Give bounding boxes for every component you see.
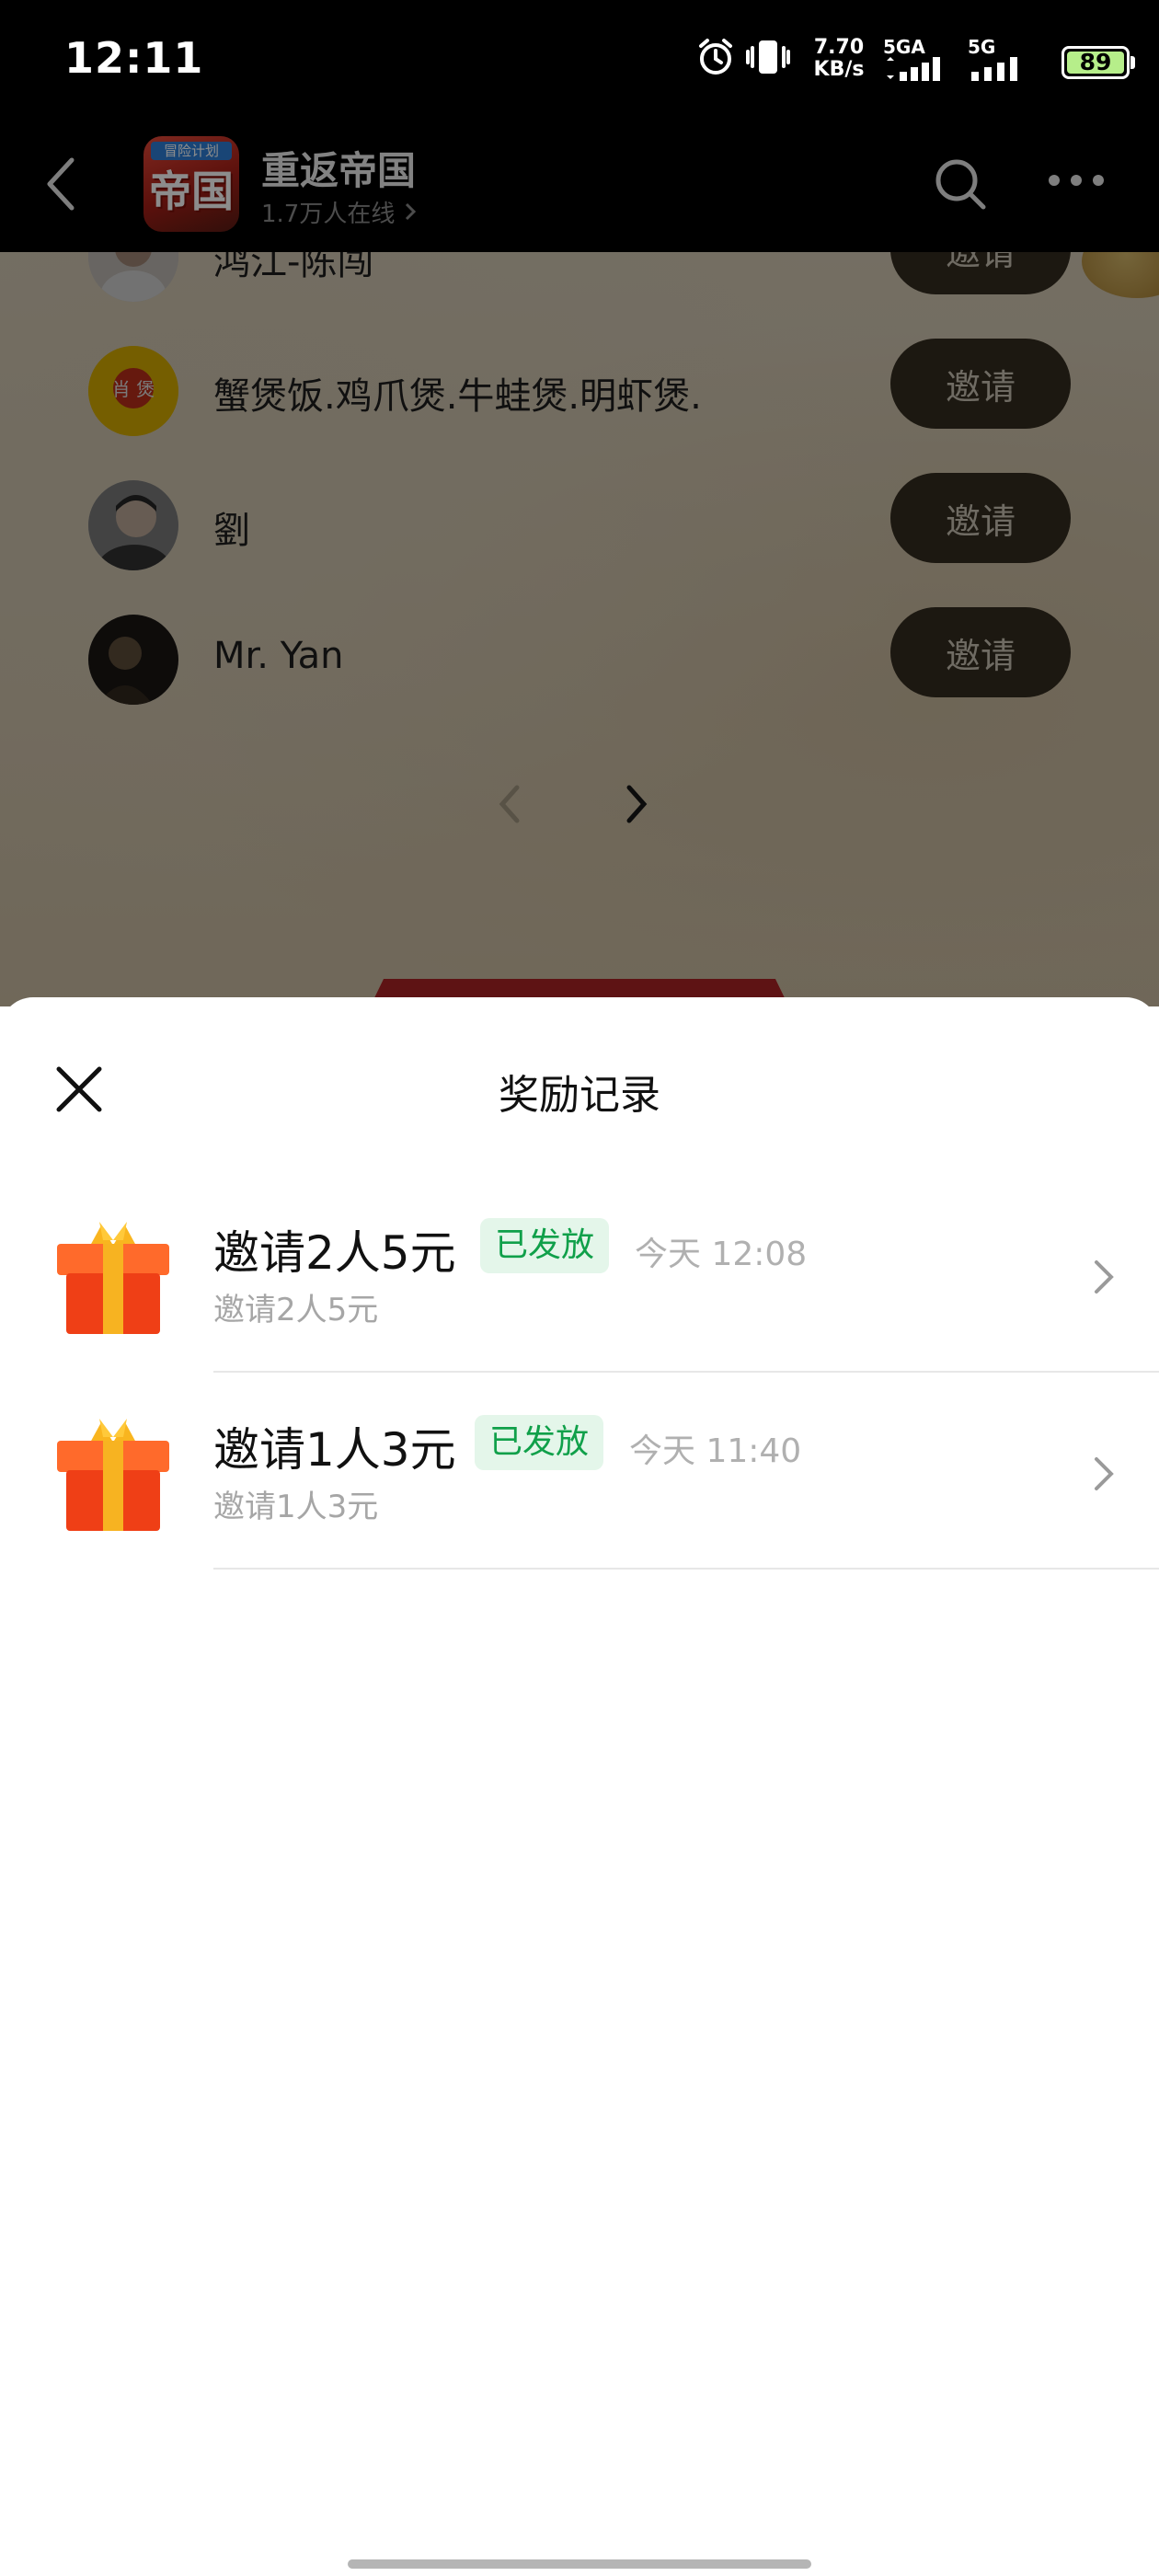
chevron-right-icon[interactable] bbox=[618, 776, 683, 841]
avatar: 肖 煲 bbox=[88, 346, 178, 436]
avatar-food-text: 肖 煲 bbox=[112, 378, 155, 400]
network-label-5ga: 5GA bbox=[883, 36, 925, 58]
record-subtitle: 邀请1人3元 bbox=[213, 1489, 379, 1525]
battery-icon: 89 bbox=[1061, 46, 1135, 79]
chevron-right-icon bbox=[1091, 1257, 1117, 1301]
online-count[interactable]: 1.7万人在线 bbox=[261, 195, 418, 229]
chevron-right-icon bbox=[403, 201, 418, 228]
friend-row: 劉 邀请 bbox=[0, 456, 1159, 591]
record-title: 邀请2人5元 bbox=[213, 1226, 456, 1280]
group-name[interactable]: 重返帝国 bbox=[261, 140, 416, 196]
online-count-text: 1.7万人在线 bbox=[261, 201, 396, 228]
friend-row: Mr. Yan 邀请 bbox=[0, 591, 1159, 725]
home-indicator[interactable] bbox=[348, 2559, 811, 2569]
friend-name: 劉 bbox=[213, 510, 250, 552]
friend-row: 鸿江-陈闯 邀请 bbox=[0, 252, 1159, 322]
chat-header: 冒险计划 帝国 重返帝国 1.7万人在线 bbox=[0, 129, 1159, 252]
status-bar: 12:11 7.70 KB/s 5GA 5G 89 bbox=[0, 0, 1159, 129]
status-badge: 已发放 bbox=[475, 1415, 604, 1470]
reward-record-item[interactable]: 邀请2人5元 已发放 今天 12:08 邀请2人5元 bbox=[0, 1176, 1159, 1373]
alarm-icon bbox=[695, 37, 736, 81]
divider bbox=[213, 1568, 1159, 1570]
status-badge: 已发放 bbox=[480, 1218, 610, 1273]
record-time: 今天 12:08 bbox=[635, 1236, 808, 1273]
vibrate-icon bbox=[745, 37, 791, 81]
signal-icon bbox=[887, 57, 940, 81]
app-logo-text: 帝国 bbox=[149, 167, 234, 216]
invite-button[interactable]: 邀请 bbox=[890, 252, 1071, 294]
chevron-left-icon[interactable] bbox=[491, 776, 528, 835]
search-icon[interactable] bbox=[933, 156, 988, 215]
gift-icon bbox=[53, 1213, 173, 1341]
invite-page-background: 鸿江-陈闯 邀请 肖 煲 蟹煲饭.鸡爪煲.牛蛙煲.明虾煲. 邀请 劉 邀请 Mr… bbox=[0, 252, 1159, 1006]
reward-record-item[interactable]: 邀请1人3元 已发放 今天 11:40 邀请1人3元 bbox=[0, 1373, 1159, 1570]
invite-button[interactable]: 邀请 bbox=[890, 339, 1071, 429]
avatar bbox=[88, 615, 178, 705]
friend-name: 蟹煲饭.鸡爪煲.牛蛙煲.明虾煲. bbox=[213, 375, 702, 418]
network-speed: 7.70 KB/s bbox=[809, 37, 868, 81]
avatar bbox=[88, 252, 178, 302]
app-logo-banner: 冒险计划 bbox=[151, 142, 232, 160]
network-speed-unit: KB/s bbox=[813, 58, 865, 81]
network-speed-value: 7.70 bbox=[813, 36, 865, 59]
sheet-title: 奖励记录 bbox=[499, 1072, 660, 1119]
record-title: 邀请1人3元 bbox=[213, 1423, 456, 1477]
network-label-5g: 5G bbox=[968, 36, 996, 58]
status-time: 12:11 bbox=[64, 33, 204, 83]
gift-icon bbox=[53, 1409, 173, 1538]
back-icon[interactable] bbox=[42, 156, 79, 215]
app-logo[interactable]: 冒险计划 帝国 bbox=[143, 136, 239, 232]
reward-records-sheet: 奖励记录 邀请2人5元 已发放 今天 12:08 邀请2人5元 邀请1人3元 已… bbox=[0, 997, 1159, 2576]
chevron-right-icon bbox=[1091, 1454, 1117, 1498]
avatar bbox=[88, 480, 178, 570]
friend-row: 肖 煲 蟹煲饭.鸡爪煲.牛蛙煲.明虾煲. 邀请 bbox=[0, 322, 1159, 456]
signal-5ga: 5GA bbox=[883, 37, 957, 85]
signal-5g: 5G bbox=[968, 37, 1041, 85]
invite-button[interactable]: 邀请 bbox=[890, 473, 1071, 563]
more-icon[interactable] bbox=[1047, 171, 1106, 193]
signal-icon bbox=[971, 57, 1017, 81]
record-subtitle: 邀请2人5元 bbox=[213, 1292, 379, 1328]
battery-tip bbox=[1130, 56, 1135, 69]
status-icons: 7.70 KB/s 5GA 5G 89 bbox=[681, 0, 1159, 129]
friend-name: 鸿江-陈闯 bbox=[213, 252, 374, 283]
invite-button[interactable]: 邀请 bbox=[890, 607, 1071, 697]
friend-name: Mr. Yan bbox=[213, 635, 344, 677]
record-time: 今天 11:40 bbox=[629, 1432, 802, 1470]
battery-level: 89 bbox=[1067, 51, 1124, 74]
